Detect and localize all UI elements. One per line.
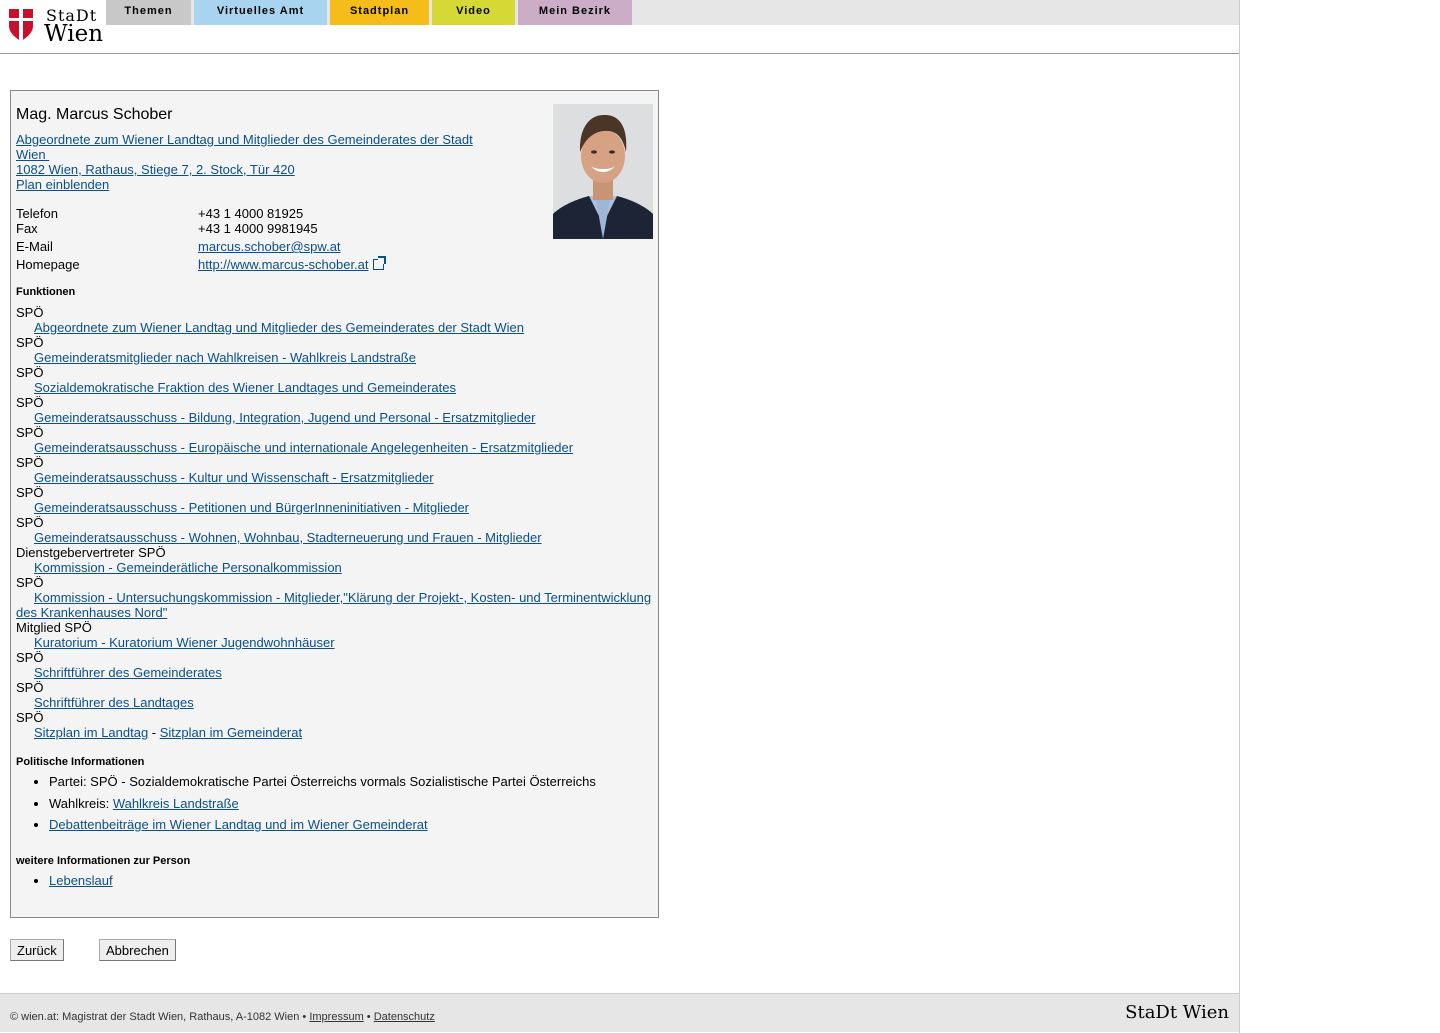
funktion-role: SPÖ — [16, 425, 44, 440]
funktion-item-sitzplan: SPÖ Sitzplan im Landtag - Sitzplan im Ge… — [16, 710, 656, 740]
funktion-item: SPÖ Gemeinderatsausschuss - Kultur und W… — [16, 455, 656, 485]
page: StaDt Wien Themen Virtuelles Amt Stadtpl… — [0, 0, 1240, 1033]
funktion-item: SPÖ Gemeinderatsausschuss - Bildung, Int… — [16, 395, 656, 425]
fax-value: +43 1 4000 9981945 — [198, 221, 318, 236]
funktion-link[interactable]: Gemeinderatsausschuss - Petitionen und B… — [16, 500, 656, 515]
sitzplan-landtag-link[interactable]: Sitzplan im Landtag — [34, 725, 148, 740]
funktion-item: SPÖ Schriftführer des Gemeinderates — [16, 650, 656, 680]
partei-item: Partei: SPÖ - Sozialdemokratische Partei… — [49, 774, 656, 789]
homepage-link[interactable]: http://www.marcus-schober.at — [198, 257, 369, 272]
debatten-item: Debattenbeiträge im Wiener Landtag und i… — [49, 817, 656, 832]
weitere-informationen-heading: weitere Informationen zur Person — [16, 855, 191, 867]
weitere-informationen-list: Lebenslauf — [16, 873, 656, 888]
telefon-value: +43 1 4000 81925 — [198, 206, 304, 221]
funktion-role: SPÖ — [16, 305, 44, 320]
impressum-link[interactable]: Impressum — [309, 1011, 363, 1023]
sitzplan-separator: - — [148, 725, 160, 740]
abbrechen-button[interactable]: Abbrechen — [99, 939, 176, 961]
funktion-role: SPÖ — [16, 515, 44, 530]
funktion-item: SPÖ Abgeordnete zum Wiener Landtag und M… — [16, 305, 656, 335]
funktion-item: SPÖ Kommission - Untersuchungskommission… — [16, 575, 656, 620]
funktion-link[interactable]: Gemeinderatsausschuss - Wohnen, Wohnbau,… — [16, 530, 656, 545]
logo-wien-text: Wien — [44, 21, 104, 47]
politische-informationen-heading: Politische Informationen — [16, 756, 145, 768]
person-detail-box: Mag. Marcus Schober Abgeordnete zum Wien… — [10, 90, 659, 918]
person-name: Mag. Marcus Schober — [16, 106, 173, 123]
funktion-role: SPÖ — [16, 485, 44, 500]
funktion-item: SPÖ Gemeinderatsausschuss - Petitionen u… — [16, 485, 656, 515]
funktion-role: SPÖ — [16, 455, 44, 470]
funktion-role: SPÖ — [16, 710, 44, 725]
funktion-role: SPÖ — [16, 365, 44, 380]
funktion-item: SPÖ Schriftführer des Landtages — [16, 680, 656, 710]
email-label: E-Mail — [16, 239, 53, 254]
site-header: StaDt Wien Themen Virtuelles Amt Stadtpl… — [0, 0, 1239, 54]
funktion-link[interactable]: Abgeordnete zum Wiener Landtag und Mitgl… — [16, 320, 656, 335]
funktion-item: SPÖ Sozialdemokratische Fraktion des Wie… — [16, 365, 656, 395]
funktion-item: SPÖ Gemeinderatsausschuss - Europäische … — [16, 425, 656, 455]
address-block: Abgeordnete zum Wiener Landtag und Mitgl… — [16, 132, 486, 192]
role-link[interactable]: Abgeordnete zum Wiener Landtag und Mitgl… — [16, 132, 473, 162]
funktion-link[interactable]: Schriftführer des Landtages — [16, 695, 656, 710]
external-link-icon — [372, 256, 386, 270]
funktion-link[interactable]: Sozialdemokratische Fraktion des Wiener … — [16, 380, 656, 395]
fax-label: Fax — [16, 221, 38, 236]
funktion-role: SPÖ — [16, 650, 44, 665]
site-footer: © wien.at: Magistrat der Stadt Wien, Rat… — [0, 993, 1239, 1032]
zurueck-button[interactable]: Zurück — [10, 939, 64, 961]
lebenslauf-link[interactable]: Lebenslauf — [49, 873, 113, 888]
person-photo — [553, 104, 653, 239]
funktion-link[interactable]: Kommission - Untersuchungskommission - M… — [16, 590, 656, 620]
funktion-link[interactable]: Kuratorium - Kuratorium Wiener Jugendwoh… — [16, 635, 656, 650]
telefon-label: Telefon — [16, 206, 58, 221]
address-link[interactable]: 1082 Wien, Rathaus, Stiege 7, 2. Stock, … — [16, 162, 295, 177]
funktion-item: Dienstgebervertreter SPÖ Kommission - Ge… — [16, 545, 656, 575]
debattenbeitraege-link[interactable]: Debattenbeiträge im Wiener Landtag und i… — [49, 817, 428, 832]
funktion-role: SPÖ — [16, 335, 44, 350]
homepage-label: Homepage — [16, 257, 80, 272]
sitzplan-gemeinderat-link[interactable]: Sitzplan im Gemeinderat — [160, 725, 302, 740]
footer-text: © wien.at: Magistrat der Stadt Wien, Rat… — [10, 1011, 435, 1023]
funktion-role: SPÖ — [16, 575, 44, 590]
nav-tab-virtuelles-amt[interactable]: Virtuelles Amt — [194, 0, 327, 25]
funktionen-heading: Funktionen — [16, 286, 76, 298]
funktion-item: SPÖ Gemeinderatsausschuss - Wohnen, Wohn… — [16, 515, 656, 545]
funktion-link[interactable]: Gemeinderatsmitglieder nach Wahlkreisen … — [16, 350, 656, 365]
funktion-role: Dienstgebervertreter SPÖ — [16, 545, 166, 560]
nav-tab-themen[interactable]: Themen — [106, 0, 191, 25]
politische-informationen-section: Politische Informationen Partei: SPÖ - S… — [16, 756, 656, 839]
wahlkreis-item: Wahlkreis: Wahlkreis Landstraße — [49, 796, 656, 811]
footer-logo[interactable]: StaDt Wien — [1125, 1002, 1229, 1023]
email-link[interactable]: marcus.schober@spw.at — [198, 239, 341, 254]
funktionen-list: SPÖ Abgeordnete zum Wiener Landtag und M… — [16, 305, 656, 740]
nav-tab-stadtplan[interactable]: Stadtplan — [330, 0, 429, 25]
nav-tab-mein-bezirk[interactable]: Mein Bezirk — [518, 0, 632, 25]
plan-einblenden-link[interactable]: Plan einblenden — [16, 177, 109, 192]
funktionen-section: Funktionen SPÖ Abgeordnete zum Wiener La… — [16, 286, 656, 740]
weitere-informationen-section: weitere Informationen zur Person Lebensl… — [16, 855, 656, 895]
funktion-role: SPÖ — [16, 680, 44, 695]
main-navigation: Themen Virtuelles Amt Stadtplan Video Me… — [106, 0, 1239, 25]
stadt-wien-logo[interactable]: StaDt Wien — [6, 4, 104, 48]
funktion-link[interactable]: Schriftführer des Gemeinderates — [16, 665, 656, 680]
politische-informationen-list: Partei: SPÖ - Sozialdemokratische Partei… — [16, 774, 656, 832]
funktion-link[interactable]: Gemeinderatsausschuss - Bildung, Integra… — [16, 410, 656, 425]
datenschutz-link[interactable]: Datenschutz — [374, 1011, 435, 1023]
funktion-link[interactable]: Gemeinderatsausschuss - Kultur und Wisse… — [16, 470, 656, 485]
funktion-role: Mitglied SPÖ — [16, 620, 92, 635]
wahlkreis-link[interactable]: Wahlkreis Landstraße — [113, 796, 239, 811]
funktion-link[interactable]: Gemeinderatsausschuss - Europäische und … — [16, 440, 656, 455]
funktion-item: SPÖ Gemeinderatsmitglieder nach Wahlkrei… — [16, 335, 656, 365]
wien-shield-icon — [9, 9, 33, 41]
funktion-link[interactable]: Kommission - Gemeinderätliche Personalko… — [16, 560, 656, 575]
funktion-item: Mitglied SPÖ Kuratorium - Kuratorium Wie… — [16, 620, 656, 650]
nav-tab-video[interactable]: Video — [432, 0, 515, 25]
funktion-role: SPÖ — [16, 395, 44, 410]
lebenslauf-item: Lebenslauf — [49, 873, 656, 888]
